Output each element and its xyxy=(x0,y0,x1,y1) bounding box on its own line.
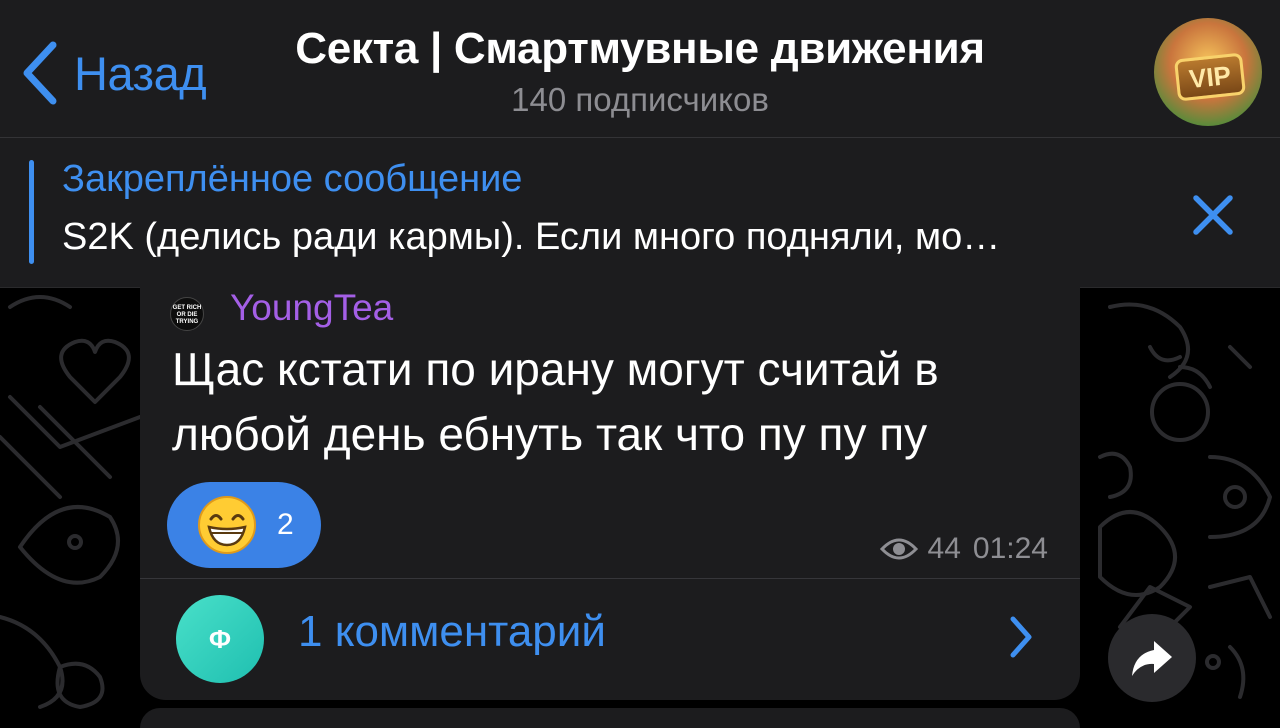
next-message-bubble xyxy=(140,708,1080,728)
reaction-button[interactable]: 2 xyxy=(167,482,321,568)
channel-title: Секта | Смартмувные движения xyxy=(295,24,985,73)
share-button[interactable] xyxy=(1108,614,1196,702)
close-icon[interactable] xyxy=(1190,192,1236,238)
message-text: Щас кстати по ирану могут считай в любой… xyxy=(172,343,939,460)
pinned-title: Закреплённое сообщение xyxy=(62,158,523,200)
grinning-face-icon xyxy=(198,496,256,554)
subscriber-count: 140 подписчиков xyxy=(511,81,769,118)
avatar-vip-badge: VIP xyxy=(1173,52,1247,102)
message-meta: 44 01:24 xyxy=(879,532,1048,566)
author-name[interactable]: YoungTea xyxy=(230,287,393,329)
chevron-right-icon xyxy=(1010,616,1032,658)
channel-info[interactable]: Секта | Смартмувные движения 140 подписч… xyxy=(230,22,1050,124)
eye-icon xyxy=(879,538,918,560)
share-icon xyxy=(1132,641,1172,676)
pinned-message[interactable]: Закреплённое сообщение S2K (делись ради … xyxy=(0,138,1280,288)
chat-header: Назад Секта | Смартмувные движения 140 п… xyxy=(0,0,1280,138)
chevron-left-icon xyxy=(23,41,57,105)
back-button[interactable]: Назад xyxy=(20,38,207,108)
author-avatar[interactable]: GET RICH OR DIE TRYING xyxy=(170,297,204,331)
pinned-indicator xyxy=(29,160,34,264)
commenter-avatar: Ф xyxy=(176,595,264,683)
message-bubble[interactable]: GET RICH OR DIE TRYING YoungTea Щас кста… xyxy=(140,287,1080,700)
channel-avatar[interactable]: VIP xyxy=(1154,18,1262,126)
comments-label: 1 комментарий xyxy=(298,607,606,656)
back-label: Назад xyxy=(74,46,207,100)
reaction-count: 2 xyxy=(277,508,294,541)
comments-button[interactable]: Ф 1 комментарий xyxy=(140,579,1080,700)
message-time: 01:24 xyxy=(972,532,1048,565)
pinned-preview: S2K (делись ради кармы). Если много подн… xyxy=(62,216,1001,258)
view-count: 44 xyxy=(927,532,961,565)
